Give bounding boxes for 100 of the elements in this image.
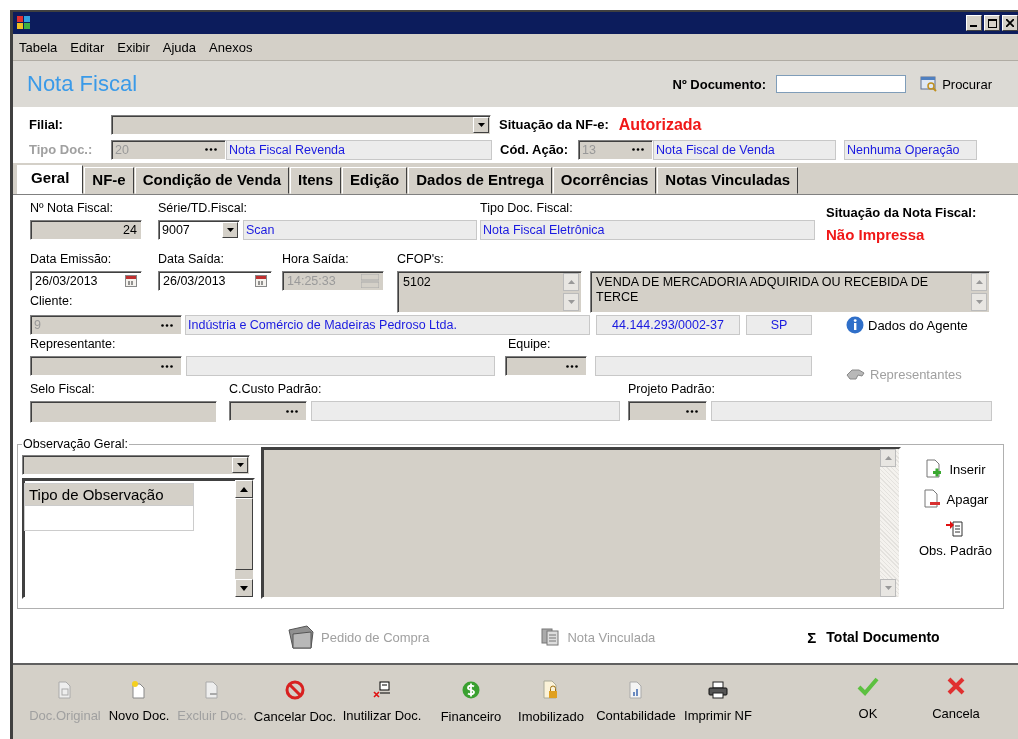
search-button[interactable]: Procurar: [920, 76, 992, 92]
field-label: Projeto Padrão:: [628, 382, 716, 398]
menu-item[interactable]: Tabela: [19, 39, 58, 55]
field-label: Situação da NF-e:: [499, 117, 609, 132]
calendar-icon: [125, 275, 137, 287]
tab[interactable]: Itens: [290, 167, 342, 194]
menu-item[interactable]: Ajuda: [162, 39, 197, 55]
copy-document-icon: [57, 681, 73, 699]
total-document-button[interactable]: Σ Total Documento: [807, 628, 940, 646]
menu-item[interactable]: Anexos: [209, 39, 253, 55]
field-label: Representante:: [30, 337, 117, 353]
minimize-button[interactable]: [966, 15, 982, 31]
chart-document-icon: [628, 681, 644, 699]
maximize-button[interactable]: [984, 15, 1000, 31]
finance-button[interactable]: Financeiro: [431, 680, 511, 724]
code-field[interactable]: [30, 356, 182, 376]
close-button[interactable]: [1002, 15, 1018, 31]
field-label: Selo Fiscal:: [30, 382, 96, 398]
ellipsis-icon: [161, 323, 173, 327]
description-field: Scan: [243, 220, 477, 240]
void-button[interactable]: Inutilizar Doc.: [339, 681, 425, 723]
close-icon: [1006, 19, 1014, 27]
up-arrow-icon: [240, 486, 248, 492]
number-field[interactable]: 24: [30, 220, 142, 240]
agent-button[interactable]: Dados do Agente: [846, 316, 968, 334]
app-icon: [17, 16, 31, 30]
ellipsis-icon: [566, 364, 578, 368]
delete-document-icon: [204, 681, 220, 699]
ellipsis-icon: [686, 409, 698, 413]
delete-button[interactable]: Apagar: [922, 489, 989, 509]
caret-icon: [236, 463, 244, 467]
cnpj-field: 44.144.293/0002-37: [596, 315, 740, 335]
field-label: C.Custo Padrão:: [229, 382, 323, 398]
observation-type-dropdown[interactable]: [22, 455, 250, 475]
ellipsis-icon: [286, 409, 298, 413]
locked-document-icon: [542, 680, 560, 700]
list-item[interactable]: Tipo de Observação: [24, 483, 194, 506]
add-document-icon: [925, 459, 944, 479]
standard-observation-button[interactable]: Obs. Padrão: [919, 519, 992, 558]
down-arrow-icon: [975, 300, 983, 304]
field-label: Data Saída:: [158, 252, 225, 268]
scroll-thumb[interactable]: [235, 498, 253, 570]
description-field: Nenhuma Operação: [844, 139, 977, 160]
new-button[interactable]: Novo Doc.: [105, 681, 173, 723]
spin-arrows-icon: [361, 274, 379, 288]
folder-icon: [287, 624, 317, 650]
code-field[interactable]: [628, 401, 707, 421]
series-dropdown[interactable]: 9007: [158, 220, 240, 240]
date-field[interactable]: 26/03/2013: [30, 271, 142, 291]
print-button[interactable]: Imprimir NF: [681, 681, 755, 723]
document-input[interactable]: [776, 75, 907, 93]
fiscal-seal-field[interactable]: [30, 401, 217, 423]
field-label: Data Emissão:: [30, 252, 113, 268]
close-icon: [946, 675, 966, 696]
field-label: Nº Nota Fiscal:: [30, 201, 115, 217]
down-arrow-icon: [240, 585, 248, 591]
tab[interactable]: Condição de Venda: [134, 167, 290, 194]
tab[interactable]: Ocorrências: [552, 167, 657, 194]
search-icon: [920, 76, 939, 92]
field-label: Cliente:: [30, 294, 74, 310]
checkmark-icon: [857, 675, 879, 696]
code-field[interactable]: [505, 356, 587, 376]
dropdown-button[interactable]: [232, 457, 248, 473]
tab[interactable]: NF-e: [84, 167, 134, 194]
cancel-button[interactable]: Cancela: [912, 675, 1000, 721]
tab[interactable]: Notas Vinculadas: [657, 167, 799, 194]
tab[interactable]: Geral: [17, 165, 84, 194]
status-text: Não Impressa: [826, 226, 926, 243]
void-document-icon: [372, 681, 392, 699]
client-name-field: Indústria e Comércio de Madeiras Pedroso Ltda.: [185, 315, 590, 335]
accounting-button[interactable]: Contabilidade: [591, 681, 681, 723]
branch-dropdown[interactable]: [111, 114, 491, 135]
ok-button[interactable]: OK: [824, 675, 912, 721]
cancel-button[interactable]: Cancelar Doc.: [251, 680, 339, 724]
ellipsis-icon: [161, 364, 173, 368]
caret-icon: [226, 228, 234, 232]
menu-item[interactable]: Exibir: [117, 39, 150, 55]
status-text: Autorizada: [618, 115, 702, 134]
down-arrow-icon: [567, 300, 575, 304]
field-label: Hora Saída:: [282, 252, 350, 268]
dropdown-button[interactable]: [473, 116, 489, 133]
remove-document-icon: [922, 489, 941, 509]
field-label: Filial:: [29, 117, 64, 132]
field-label: Equipe:: [508, 337, 552, 353]
tab[interactable]: Dados de Entrega: [408, 167, 552, 194]
up-arrow-icon: [975, 280, 983, 284]
group-label: Observação Geral:: [22, 437, 129, 451]
hand-icon: [846, 366, 866, 382]
field-label: Tipo Doc. Fiscal:: [480, 201, 574, 217]
code-field[interactable]: [229, 401, 307, 421]
asset-button[interactable]: Imobilizado: [511, 680, 591, 724]
info-icon: [846, 316, 864, 334]
menu-item[interactable]: Editar: [70, 39, 105, 55]
ellipsis-icon: [632, 148, 644, 151]
dropdown-button[interactable]: [222, 222, 238, 238]
field-label: Tipo Doc.:: [29, 142, 94, 157]
caret-icon: [477, 122, 485, 127]
insert-button[interactable]: Inserir: [925, 459, 986, 479]
date-field[interactable]: 26/03/2013: [158, 271, 272, 291]
tab[interactable]: Edição: [342, 167, 408, 194]
